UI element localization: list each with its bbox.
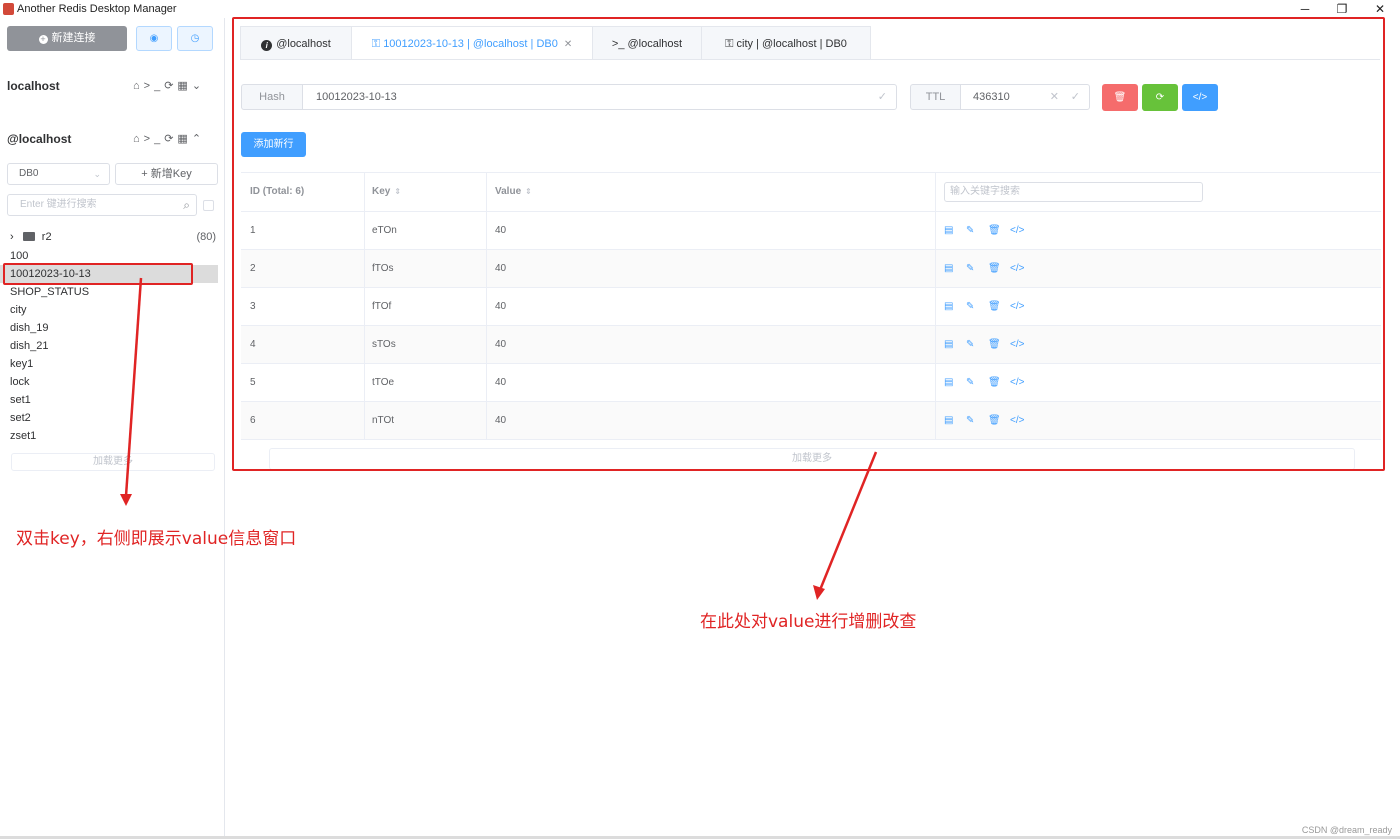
grid-icon[interactable]: ▦ bbox=[177, 80, 191, 92]
home-icon[interactable]: ⌂ bbox=[133, 80, 144, 92]
new-connection-label: 新建连接 bbox=[51, 32, 96, 44]
annotation-highlight-panel bbox=[232, 17, 1385, 471]
chevron-up-icon[interactable]: ⌃ bbox=[192, 133, 205, 145]
sidebar: + 新建连接 ◉ ◷ localhost ⌂>_⟳▦⌄ @localhost ⌂>… bbox=[0, 18, 225, 836]
folder-name: r2 bbox=[41, 231, 52, 243]
connection-toolbar: ⌂>_⟳▦⌃ bbox=[133, 132, 205, 145]
home-icon[interactable]: ⌂ bbox=[133, 133, 144, 145]
key-item[interactable]: zset1 bbox=[0, 427, 218, 445]
key-item[interactable]: dish_19 bbox=[0, 319, 218, 337]
refresh-icon[interactable]: ⟳ bbox=[164, 133, 177, 145]
search-icon[interactable]: ⌕ bbox=[183, 195, 190, 215]
connection-name[interactable]: localhost bbox=[7, 79, 60, 93]
folder-icon bbox=[22, 232, 35, 241]
maximize-button[interactable]: ❐ bbox=[1327, 1, 1357, 17]
minimize-button[interactable]: ─ bbox=[1290, 1, 1320, 17]
new-connection-button[interactable]: + 新建连接 bbox=[7, 26, 127, 51]
key-item[interactable]: dish_21 bbox=[0, 337, 218, 355]
tree-folder[interactable]: › r2 (80) bbox=[10, 231, 218, 247]
refresh-icon[interactable]: ⟳ bbox=[164, 80, 177, 92]
folder-count: (80) bbox=[196, 231, 216, 243]
chevron-right-icon[interactable]: › bbox=[10, 231, 14, 243]
db-select[interactable]: DB0 ⌄ bbox=[7, 163, 110, 185]
key-item[interactable]: set1 bbox=[0, 391, 218, 409]
key-item[interactable]: key1 bbox=[0, 355, 218, 373]
new-key-button[interactable]: + 新增Key bbox=[115, 163, 218, 185]
close-window-button[interactable]: ✕ bbox=[1365, 1, 1395, 17]
exact-search-checkbox[interactable] bbox=[203, 200, 214, 211]
window-title: Another Redis Desktop Manager bbox=[17, 3, 177, 15]
load-more-keys-button[interactable]: 加载更多 bbox=[11, 453, 215, 471]
db-select-value: DB0 bbox=[19, 168, 39, 179]
grid-icon[interactable]: ▦ bbox=[177, 133, 191, 145]
annotation-text-left: 双击key，右侧即展示value信息窗口 bbox=[16, 529, 297, 549]
connection-name[interactable]: @localhost bbox=[7, 132, 71, 146]
key-item[interactable]: city bbox=[0, 301, 218, 319]
annotation-arrow-right bbox=[818, 451, 878, 591]
chevron-down-icon[interactable]: ⌄ bbox=[192, 80, 205, 92]
connection-toolbar: ⌂>_⟳▦⌄ bbox=[133, 79, 205, 92]
search-placeholder: Enter 键进行搜索 bbox=[20, 199, 97, 210]
key-item[interactable]: lock bbox=[0, 373, 218, 391]
chevron-down-icon: ⌄ bbox=[93, 169, 101, 179]
terminal-icon[interactable]: >_ bbox=[144, 133, 165, 145]
clock-icon: ◷ bbox=[190, 33, 200, 44]
key-search-input[interactable]: Enter 键进行搜索 ⌕ bbox=[7, 194, 197, 216]
record-icon: ◉ bbox=[149, 33, 159, 44]
annotation-highlight-key bbox=[3, 263, 193, 285]
watermark: CSDN @dream_ready bbox=[1301, 825, 1392, 835]
plus-circle-icon: + bbox=[38, 34, 48, 44]
app-logo-icon bbox=[3, 3, 14, 15]
record-button[interactable]: ◉ bbox=[136, 26, 172, 51]
title-bar: Another Redis Desktop Manager ─ ❐ ✕ bbox=[0, 0, 1400, 18]
annotation-arrowhead-right bbox=[813, 585, 825, 600]
terminal-icon[interactable]: >_ bbox=[144, 80, 165, 92]
key-item[interactable]: set2 bbox=[0, 409, 218, 427]
annotation-text-right: 在此处对value进行增删改查 bbox=[700, 612, 917, 632]
history-button[interactable]: ◷ bbox=[177, 26, 213, 51]
key-item[interactable]: SHOP_STATUS bbox=[0, 283, 218, 301]
